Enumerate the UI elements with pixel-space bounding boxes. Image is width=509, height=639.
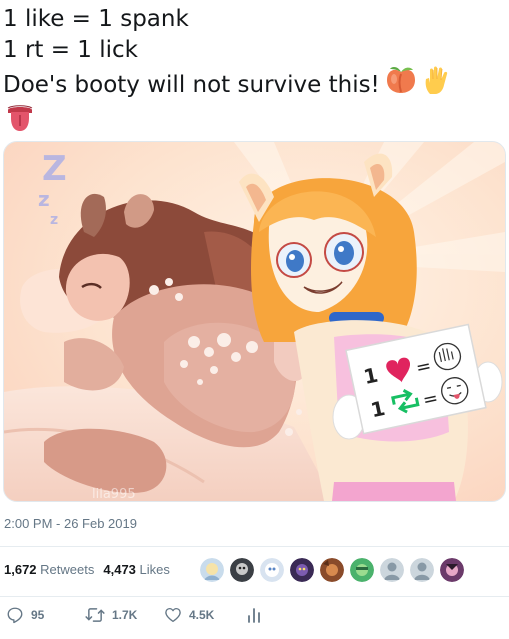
tweet-line-3: Doe's booty will not survive this!: [3, 65, 503, 104]
liker-avatar-1[interactable]: [198, 556, 226, 584]
retweet-icon: [85, 608, 105, 622]
likes-count: 4,473: [103, 562, 136, 577]
analytics-icon: [248, 608, 260, 623]
sleep-z-medium: z: [38, 187, 50, 211]
illustration: Z z z 1 = 1 = lila995: [4, 142, 505, 501]
retweet-count: 1.7K: [112, 608, 138, 622]
divider-bottom: [0, 596, 509, 597]
liker-avatar-5[interactable]: [318, 556, 346, 584]
tweet-media-image[interactable]: Z z z 1 = 1 = lila995: [3, 141, 506, 502]
raised-hand-emoji: [422, 65, 452, 104]
retweet-button[interactable]: 1.7K: [85, 606, 137, 624]
retweets-label: Retweets: [40, 562, 95, 577]
liker-avatar-7[interactable]: [378, 556, 406, 584]
tweet-stats: 1,672 Retweets 4,473 Likes: [4, 562, 170, 577]
liker-avatars: [198, 556, 466, 586]
tweet-line-4: [3, 104, 503, 141]
tweet-text: 1 like = 1 spank 1 rt = 1 lick Doe's boo…: [3, 4, 503, 140]
reply-button[interactable]: 95: [6, 606, 44, 624]
divider-top: [0, 546, 509, 547]
liker-avatar-8[interactable]: [408, 556, 436, 584]
retweets-stat[interactable]: 1,672 Retweets: [4, 562, 94, 577]
liker-avatar-9[interactable]: [438, 556, 466, 584]
analytics-button[interactable]: [246, 606, 262, 624]
tweet-line-2: 1 rt = 1 lick: [3, 36, 139, 63]
liker-avatar-2[interactable]: [228, 556, 256, 584]
tongue-emoji: [5, 104, 35, 141]
like-button[interactable]: 4.5K: [164, 606, 214, 624]
like-count: 4.5K: [189, 608, 215, 622]
sleep-z-large: Z: [42, 149, 67, 189]
liker-avatar-3[interactable]: [258, 556, 286, 584]
tweet-actions: 95 1.7K 4.5K: [0, 606, 509, 632]
heart-icon: [165, 607, 181, 623]
liker-avatar-4[interactable]: [288, 556, 316, 584]
likes-stat[interactable]: 4,473 Likes: [103, 562, 170, 577]
tweet-timestamp[interactable]: 2:00 PM - 26 Feb 2019: [4, 516, 137, 531]
likes-label: Likes: [139, 562, 170, 577]
reply-count: 95: [31, 608, 45, 622]
retweets-count: 1,672: [4, 562, 37, 577]
reply-icon: [7, 607, 23, 624]
peach-emoji: [384, 65, 418, 104]
tweet-line-3-text: Doe's booty will not survive this!: [3, 72, 380, 98]
watermark: lila995: [92, 487, 136, 501]
tweet-line-1: 1 like = 1 spank: [3, 6, 189, 32]
liker-avatar-6[interactable]: [348, 556, 376, 584]
sleep-z-small: z: [50, 212, 58, 228]
